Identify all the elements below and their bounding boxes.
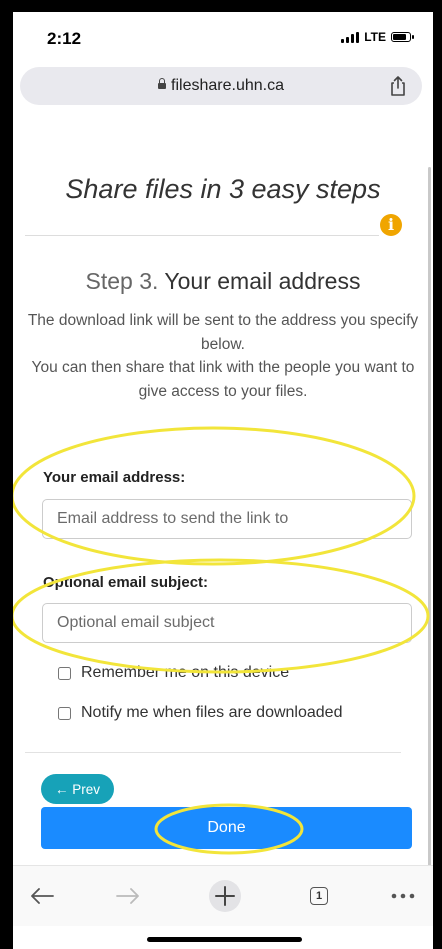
plus-icon	[215, 886, 235, 906]
step-heading: Step 3. Your email address	[13, 268, 433, 295]
remember-checkbox[interactable]	[58, 666, 71, 680]
forward-arrow-icon	[116, 888, 139, 904]
share-icon[interactable]	[388, 75, 408, 97]
phone-screen: 2:12 LTE fileshare.uhn.ca Share files in…	[13, 12, 433, 949]
page-title: Share files in 3 easy steps	[65, 174, 381, 204]
title-divider	[25, 235, 379, 236]
page-content: Share files in 3 easy steps i Step 3. Yo…	[13, 112, 433, 867]
step-title: Your email address	[164, 268, 361, 294]
battery-icon	[391, 32, 414, 42]
network-type: LTE	[364, 30, 386, 44]
email-input[interactable]	[42, 499, 412, 539]
email-label: Your email address:	[43, 469, 186, 486]
back-arrow-icon	[31, 888, 54, 904]
new-tab-button[interactable]	[205, 876, 245, 916]
notify-option[interactable]: Notify me when files are downloaded	[58, 704, 342, 722]
home-indicator[interactable]	[147, 937, 302, 942]
notify-checkbox[interactable]	[58, 706, 71, 720]
description-line: You can then share that link with the pe…	[31, 359, 415, 400]
subject-input[interactable]	[42, 603, 412, 643]
url-text: fileshare.uhn.ca	[171, 77, 284, 94]
status-indicators: LTE	[341, 30, 414, 44]
step-description: The download link will be sent to the ad…	[21, 309, 425, 403]
description-line: The download link will be sent to the ad…	[27, 312, 419, 353]
url-display: fileshare.uhn.ca	[20, 77, 422, 95]
step-number: Step 3.	[85, 268, 159, 294]
notify-label: Notify me when files are downloaded	[81, 704, 343, 721]
browser-toolbar: 1	[13, 865, 433, 926]
address-bar[interactable]: fileshare.uhn.ca	[20, 67, 422, 105]
signal-icon	[341, 31, 360, 43]
tabs-button[interactable]: 1	[299, 876, 339, 916]
done-button[interactable]: Done	[41, 807, 412, 849]
more-icon	[391, 893, 415, 899]
subject-label: Optional email subject:	[43, 574, 209, 591]
menu-button[interactable]	[383, 876, 423, 916]
remember-label: Remember me on this device	[81, 664, 290, 681]
back-button[interactable]	[22, 876, 62, 916]
tabs-icon: 1	[310, 887, 328, 905]
info-icon[interactable]: i	[380, 214, 402, 236]
prev-button[interactable]: ← Prev	[41, 774, 114, 804]
lock-icon	[158, 78, 167, 89]
forward-button[interactable]	[108, 876, 148, 916]
remember-option[interactable]: Remember me on this device	[58, 664, 289, 682]
form-divider	[25, 752, 401, 753]
status-bar: 2:12 LTE	[13, 12, 433, 62]
status-time: 2:12	[47, 29, 82, 48]
